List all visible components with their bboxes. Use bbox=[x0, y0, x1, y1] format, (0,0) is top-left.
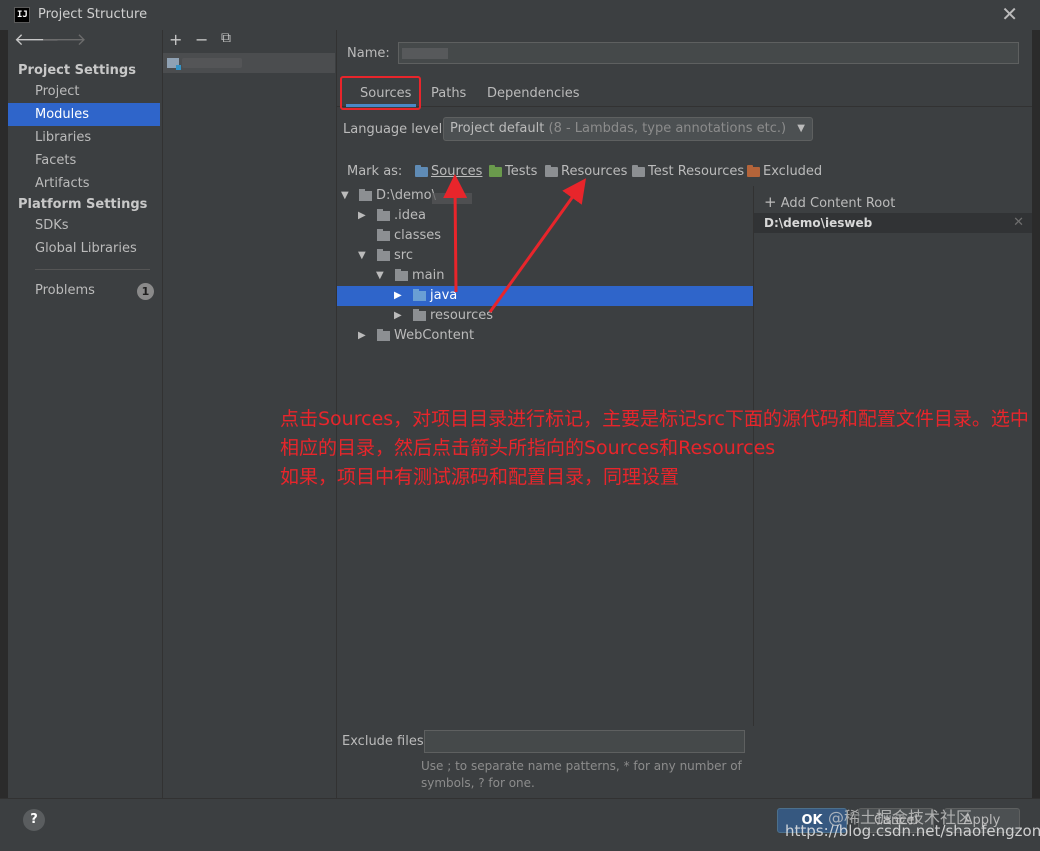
copy-module-icon[interactable]: ⧉ bbox=[221, 30, 231, 46]
remove-module-icon[interactable]: − bbox=[195, 30, 208, 49]
watermark-csdn: https://blog.csdn.net/shaofengzong bbox=[785, 822, 1040, 840]
module-name-field[interactable] bbox=[398, 42, 1019, 64]
expanded-arrow-icon: ▼ bbox=[341, 190, 349, 201]
tab-dependencies[interactable]: Dependencies bbox=[487, 86, 580, 101]
exclude-files-hint: Use ; to separate name patterns, * for a… bbox=[421, 759, 742, 790]
window-title: Project Structure bbox=[38, 7, 148, 22]
tree-node-label: java bbox=[430, 288, 458, 303]
name-label: Name: bbox=[347, 46, 390, 61]
plus-icon: + bbox=[764, 193, 777, 211]
tree-node-java[interactable]: ▶ java bbox=[337, 286, 753, 306]
exclude-files-label: Exclude files: bbox=[342, 734, 429, 749]
mark-as-resources-button[interactable]: Resources bbox=[545, 164, 627, 179]
mark-excluded-label: Excluded bbox=[763, 164, 823, 179]
sidebar-item-project[interactable]: Project bbox=[8, 80, 160, 103]
sources-tab-annotation-box bbox=[340, 76, 421, 110]
collapsed-arrow-icon: ▶ bbox=[394, 310, 402, 321]
nav-arrows: 🡐 🡒 bbox=[8, 30, 87, 52]
folder-icon bbox=[377, 329, 390, 341]
remove-root-icon[interactable]: ✕ bbox=[1013, 213, 1024, 233]
content-root-path: D:\demo\iesweb bbox=[764, 216, 873, 230]
annotation-text: 点击Sources，对项目目录进行标记，主要是标记src下面的源代码和配置文件目… bbox=[280, 405, 1030, 492]
mark-sources-label: Sources bbox=[431, 164, 483, 179]
intellij-app-icon: IJ bbox=[14, 7, 30, 23]
tree-node-root[interactable]: ▼ D:\demo\ bbox=[337, 186, 753, 206]
project-settings-header: Project Settings bbox=[18, 63, 136, 78]
project-name-redacted bbox=[432, 193, 472, 204]
dropdown-caret-icon: ▼ bbox=[797, 123, 805, 134]
tree-node-label: src bbox=[394, 248, 413, 263]
add-content-root-label: Add Content Root bbox=[780, 196, 896, 211]
help-button[interactable]: ? bbox=[23, 809, 45, 831]
module-name-redacted bbox=[182, 58, 242, 68]
sidebar-divider bbox=[35, 269, 150, 270]
tab-paths[interactable]: Paths bbox=[431, 86, 466, 101]
folder-icon bbox=[395, 269, 408, 281]
exclude-files-field[interactable] bbox=[424, 730, 745, 753]
tree-node-label: classes bbox=[394, 228, 442, 243]
sidebar-item-artifacts[interactable]: Artifacts bbox=[8, 172, 160, 195]
sidebar-item-libraries[interactable]: Libraries bbox=[8, 126, 160, 149]
annotation-line2: 如果，项目中有测试源码和配置目录，同理设置 bbox=[280, 466, 680, 488]
sidebar-item-modules[interactable]: Modules bbox=[8, 103, 160, 126]
title-bar bbox=[0, 0, 1040, 30]
tree-node-idea[interactable]: ▶ .idea bbox=[337, 206, 753, 226]
expanded-arrow-icon: ▼ bbox=[358, 250, 366, 261]
mark-resources-label: Resources bbox=[561, 164, 628, 179]
annotation-line1: 点击Sources，对项目目录进行标记，主要是标记src下面的源代码和配置文件目… bbox=[280, 408, 1029, 459]
mark-as-tests-button[interactable]: Tests bbox=[489, 164, 537, 179]
tree-node-label: main bbox=[412, 268, 445, 283]
mark-tests-label: Tests bbox=[505, 164, 538, 179]
mark-as-sources-button[interactable]: Sources bbox=[415, 164, 482, 179]
collapsed-arrow-icon: ▶ bbox=[358, 210, 366, 221]
collapsed-arrow-icon: ▶ bbox=[358, 330, 366, 341]
folder-icon bbox=[377, 209, 390, 221]
tests-folder-icon bbox=[489, 164, 502, 177]
test-resources-folder-icon bbox=[632, 164, 645, 177]
tree-node-main[interactable]: ▼ main bbox=[337, 266, 753, 286]
module-name-value-redacted bbox=[402, 48, 448, 59]
folder-icon bbox=[359, 189, 372, 201]
mark-as-label: Mark as: bbox=[347, 164, 403, 179]
language-level-select[interactable]: Project default (8 - Lambdas, type annot… bbox=[443, 117, 813, 141]
folder-icon bbox=[413, 309, 426, 321]
tree-node-label: resources bbox=[430, 308, 494, 323]
tree-node-label: WebContent bbox=[394, 328, 475, 343]
add-module-icon[interactable]: + bbox=[169, 30, 182, 49]
mark-as-excluded-button[interactable]: Excluded bbox=[747, 164, 822, 179]
add-content-root-button[interactable]: + Add Content Root bbox=[764, 193, 895, 211]
sidebar-item-sdks[interactable]: SDKs bbox=[8, 214, 160, 237]
problems-count-badge: 1 bbox=[137, 283, 154, 300]
tree-node-src[interactable]: ▼ src bbox=[337, 246, 753, 266]
folder-icon bbox=[377, 229, 390, 241]
platform-settings-header: Platform Settings bbox=[18, 197, 148, 212]
sources-folder-icon bbox=[415, 164, 428, 177]
folder-icon bbox=[413, 289, 426, 301]
mark-as-test-resources-button[interactable]: Test Resources bbox=[632, 164, 744, 179]
tree-node-label: .idea bbox=[394, 208, 426, 223]
collapsed-arrow-icon: ▶ bbox=[394, 290, 402, 301]
content-root-item[interactable]: D:\demo\iesweb ✕ bbox=[754, 213, 1032, 233]
tree-node-resources[interactable]: ▶ resources bbox=[337, 306, 753, 326]
resources-folder-icon bbox=[545, 164, 558, 177]
tree-node-classes[interactable]: classes bbox=[337, 226, 753, 246]
language-level-label: Language level: bbox=[343, 122, 447, 137]
language-level-value: Project default bbox=[450, 121, 545, 136]
close-icon[interactable]: ✕ bbox=[1001, 2, 1018, 26]
folder-icon bbox=[377, 249, 390, 261]
mark-test-resources-label: Test Resources bbox=[648, 164, 745, 179]
expanded-arrow-icon: ▼ bbox=[376, 270, 384, 281]
language-level-detail: (8 - Lambdas, type annotations etc.) bbox=[544, 121, 787, 136]
excluded-folder-icon bbox=[747, 164, 760, 177]
tree-node-webcontent[interactable]: ▶ WebContent bbox=[337, 326, 753, 346]
module-folder-icon bbox=[167, 58, 181, 70]
forward-arrow-icon[interactable]: 🡒 bbox=[41, 30, 87, 50]
sidebar-item-global-libraries[interactable]: Global Libraries bbox=[8, 237, 160, 260]
tree-node-label: D:\demo\ bbox=[376, 188, 437, 203]
sidebar-item-facets[interactable]: Facets bbox=[8, 149, 160, 172]
